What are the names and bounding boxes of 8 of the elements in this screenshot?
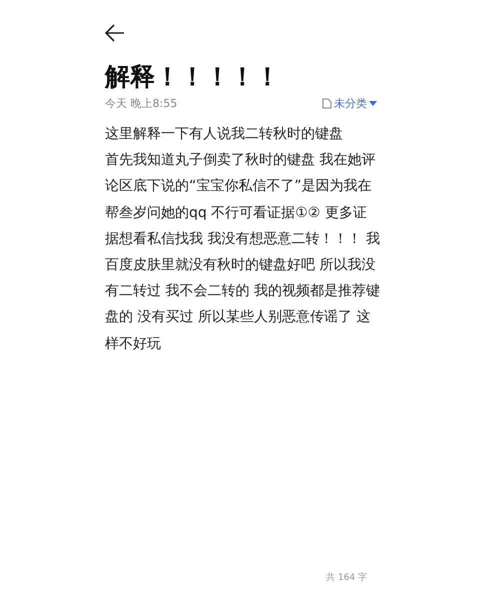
back-icon[interactable] <box>105 24 125 42</box>
note-date: 今天 晚上8:55 <box>105 96 178 111</box>
note-title: 解释！！！！！ <box>105 62 281 92</box>
word-count: 共 164 字 <box>326 572 367 584</box>
note-body: 这里解释一下有人说我二转秋时的键盘 首先我知道丸子倒卖了秋时的键盘 我在她评 论区底下说的“宝宝你私信不了”是因为我在 帮叁岁问她的qq 不行可看证据①② 更多证 据想看私信找我 我没有想恶意二转！！！ 我 百度皮肤里就没有秋时的键盘好吧 所以我没 有二转过 我不会二转的 我的视频都是推荐键 盘的 没有买过 所以某些人别恶意传谣了 这 样不好玩 <box>105 125 377 354</box>
caret-icon <box>369 100 377 106</box>
category-dropdown[interactable]: 未分类 <box>322 96 377 111</box>
document-icon <box>322 98 332 109</box>
